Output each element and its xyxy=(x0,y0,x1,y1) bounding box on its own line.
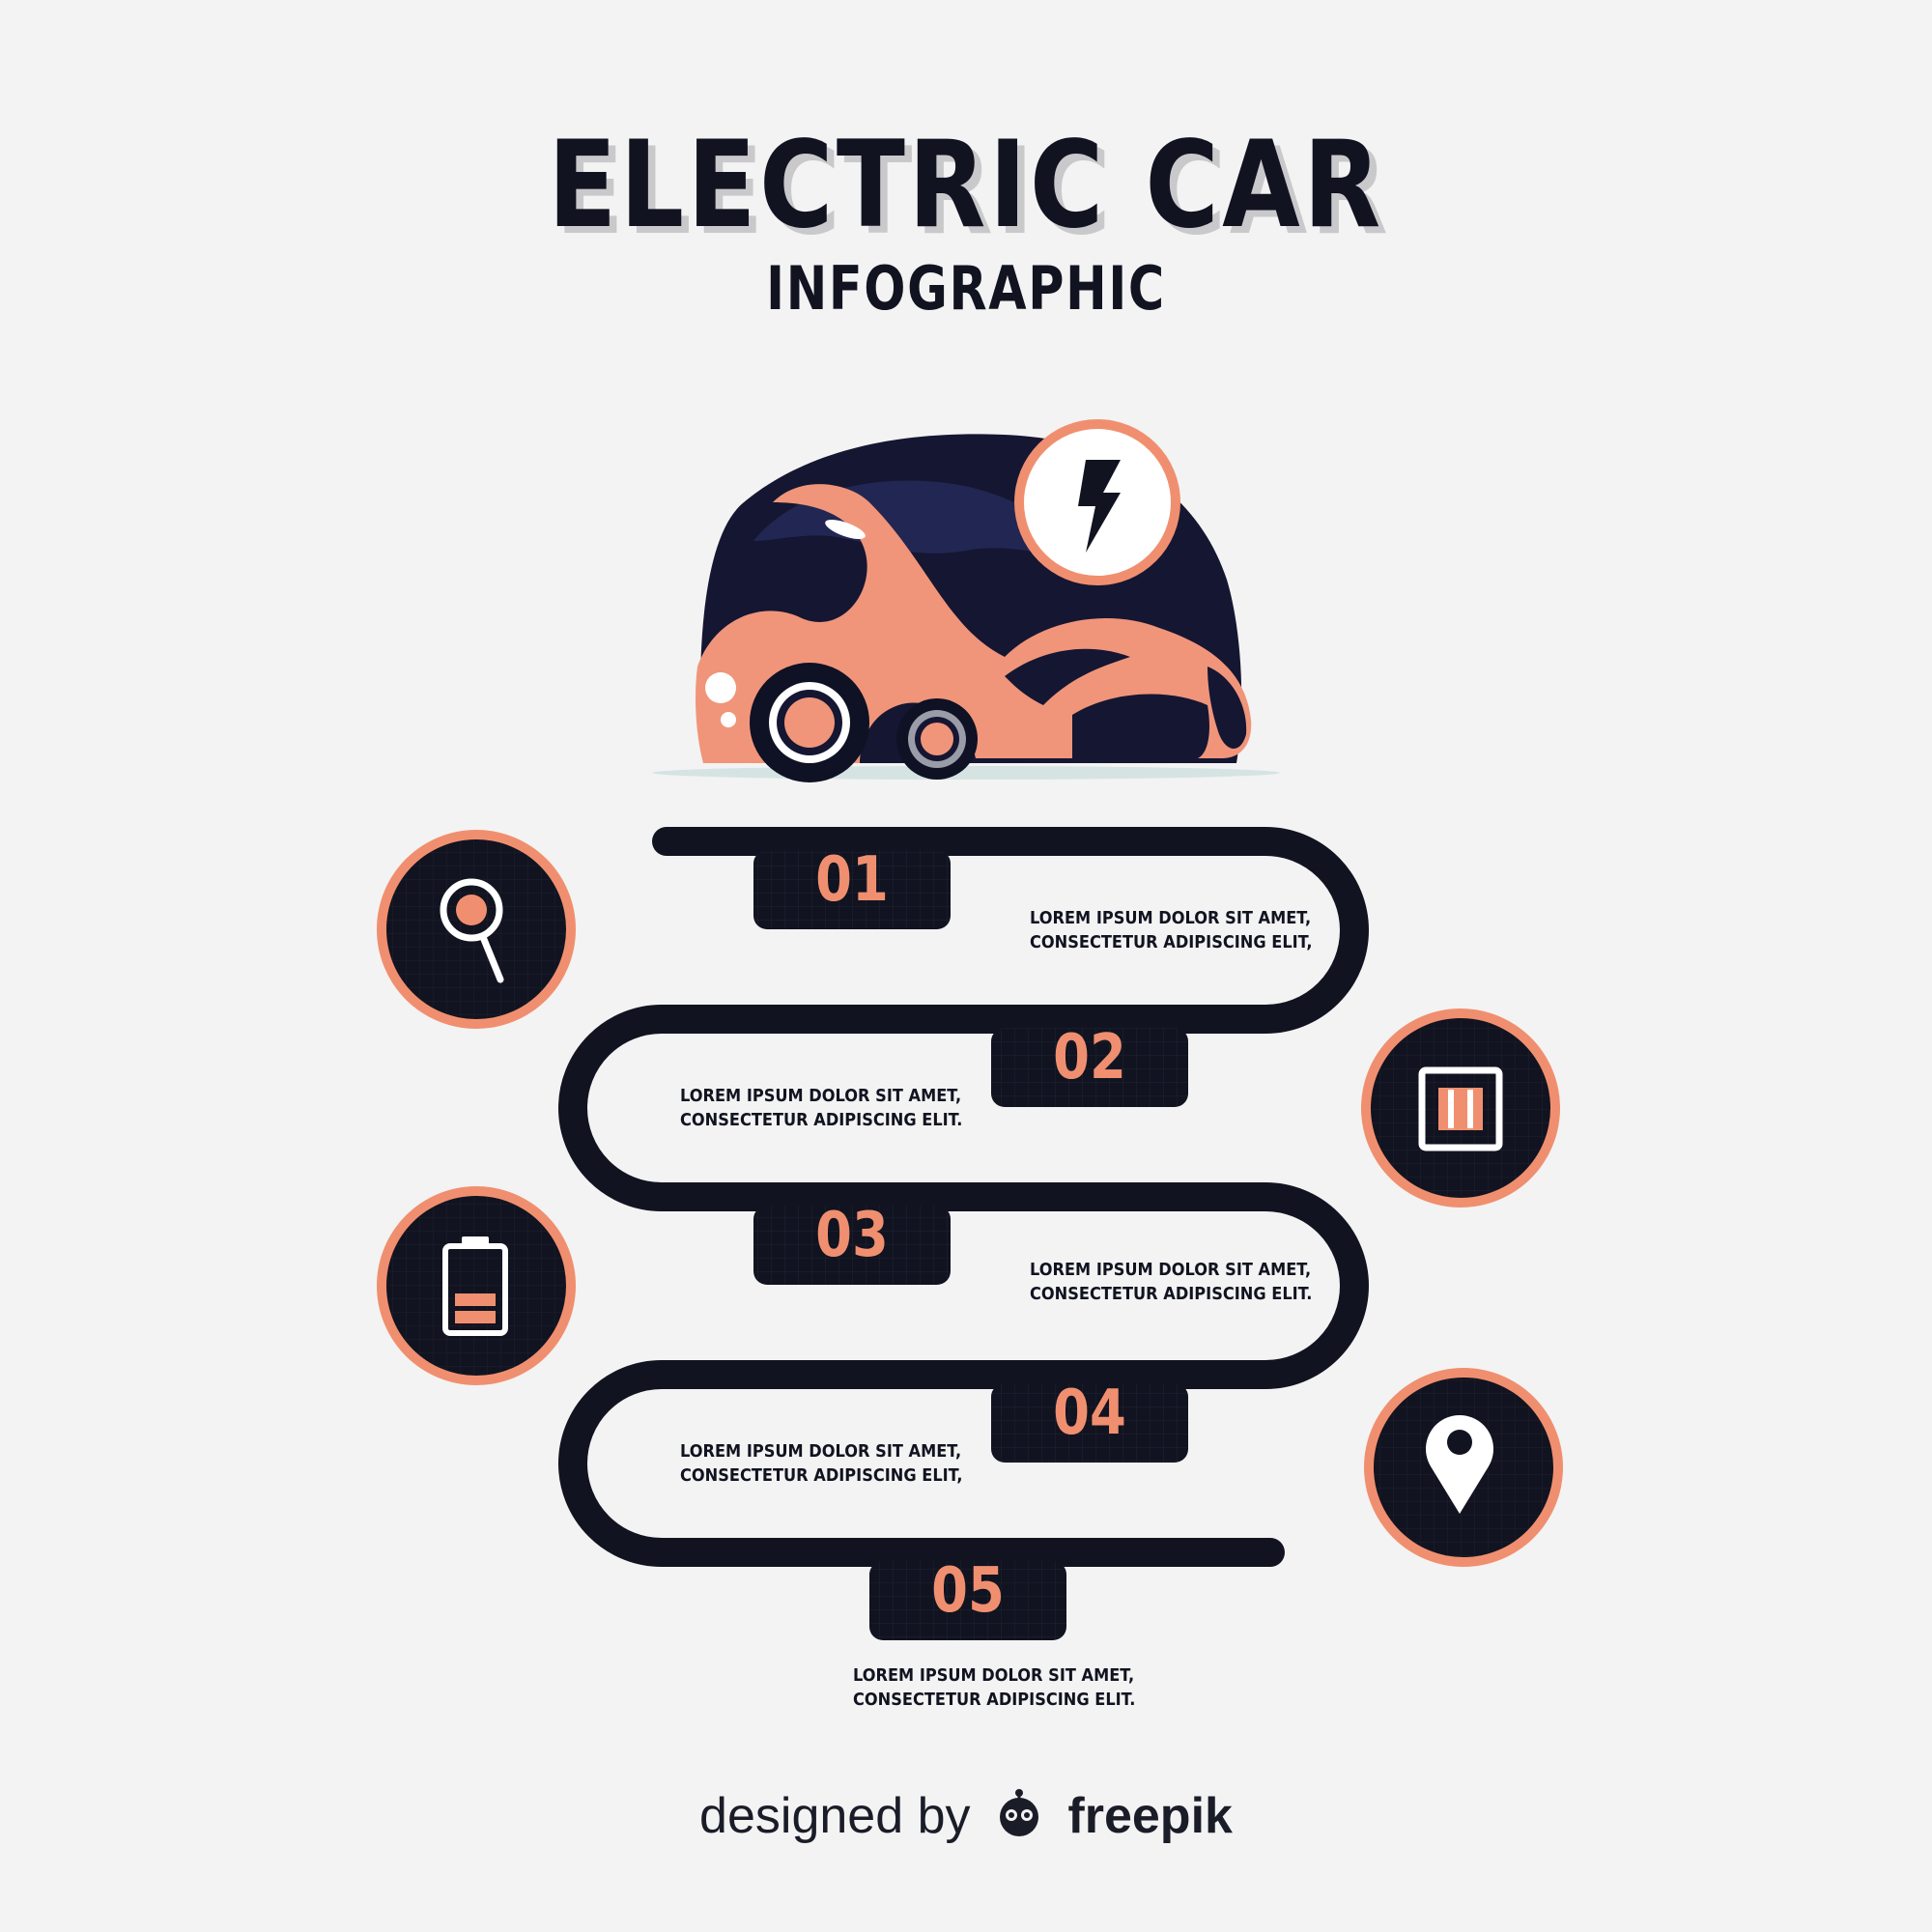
car-shadow xyxy=(652,766,1280,780)
step-description-line2: CONSECTETUR ADIPISCING ELIT, xyxy=(1030,932,1313,952)
step-description-line2: CONSECTETUR ADIPISCING ELIT. xyxy=(1030,1284,1313,1304)
step-description-line2: CONSECTETUR ADIPISCING ELIT, xyxy=(680,1465,963,1486)
step-description-05: LOREM IPSUM DOLOR SIT AMET, CONSECTETUR … xyxy=(853,1663,1135,1712)
icon-circle-4 xyxy=(1364,1368,1563,1567)
step-description-03: LOREM IPSUM DOLOR SIT AMET, CONSECTETUR … xyxy=(1030,1258,1312,1306)
icon-circle-3 xyxy=(377,1186,576,1385)
icon-circle-2 xyxy=(1361,1009,1560,1208)
step-number-03: 03 xyxy=(815,1200,889,1271)
step-description-line2: CONSECTETUR ADIPISCING ELIT. xyxy=(680,1110,963,1130)
step-description-line1: LOREM IPSUM DOLOR SIT AMET, xyxy=(680,1086,962,1106)
step-number-05: 05 xyxy=(931,1555,1005,1627)
step-description-line1: LOREM IPSUM DOLOR SIT AMET, xyxy=(1030,1260,1312,1280)
step-description-04: LOREM IPSUM DOLOR SIT AMET, CONSECTETUR … xyxy=(680,1439,963,1488)
credit-line: designed by freepik xyxy=(0,1787,1932,1851)
step-description-01: LOREM IPSUM DOLOR SIT AMET, CONSECTETUR … xyxy=(1030,906,1313,954)
electric-car-illustration xyxy=(652,419,1280,782)
infographic-art xyxy=(377,419,1563,1640)
step-description-line1: LOREM IPSUM DOLOR SIT AMET, xyxy=(680,1441,962,1462)
step-number-01: 01 xyxy=(815,844,889,916)
step-number-04: 04 xyxy=(1053,1378,1126,1449)
step-number-02: 02 xyxy=(1053,1022,1126,1094)
step-description-line1: LOREM IPSUM DOLOR SIT AMET, xyxy=(853,1665,1135,1686)
step-description-02: LOREM IPSUM DOLOR SIT AMET, CONSECTETUR … xyxy=(680,1084,962,1132)
credit-prefix: designed by xyxy=(699,1788,971,1844)
step-description-line1: LOREM IPSUM DOLOR SIT AMET, xyxy=(1030,908,1312,928)
icon-circle-1 xyxy=(377,830,576,1029)
freepik-logo-icon xyxy=(992,1788,1046,1851)
step-description-line2: CONSECTETUR ADIPISCING ELIT. xyxy=(853,1690,1136,1710)
credit-brand: freepik xyxy=(1067,1788,1233,1844)
